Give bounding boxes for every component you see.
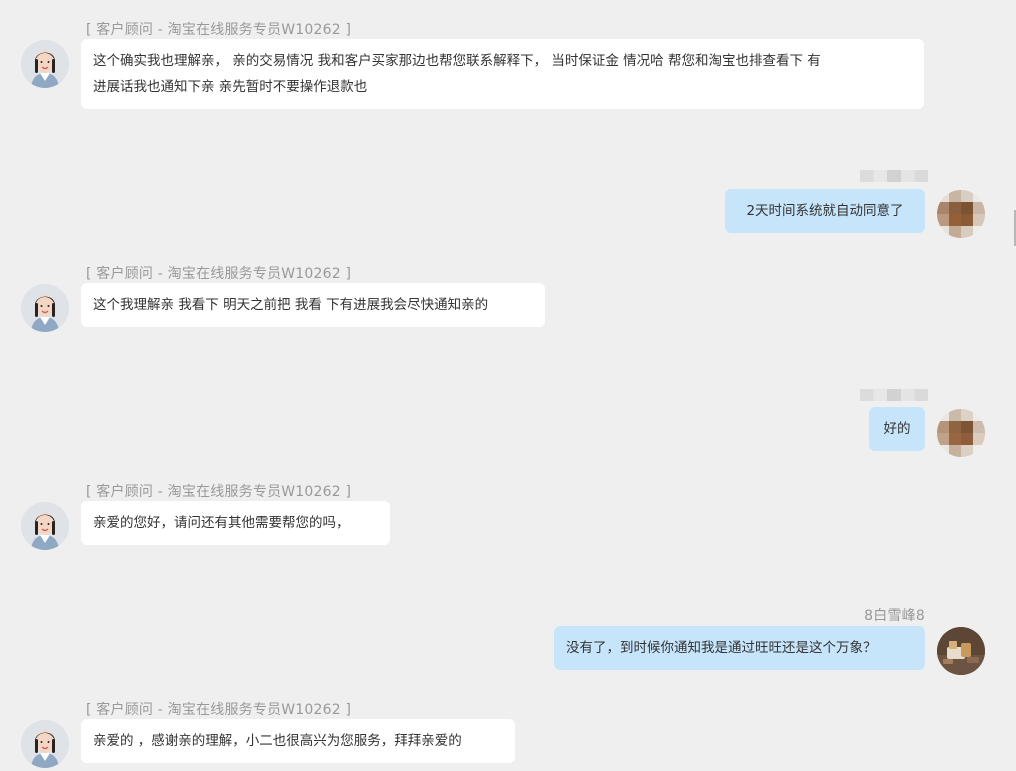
message-bubble[interactable]: 这个我理解亲 我看下 明天之前把 我看 下有进展我会尽快通知亲的 <box>81 283 545 327</box>
user-avatar-icon <box>937 627 985 675</box>
blurred-sender-name <box>860 389 928 401</box>
user-avatar-icon <box>937 190 985 238</box>
message-text-line: 好的 <box>883 421 911 437</box>
agent-avatar-icon <box>21 502 69 550</box>
sender-label: [ 客户顾问 - 淘宝在线服务专员W10262 ] <box>86 22 352 38</box>
message-text-line: 2天时间系统就自动同意了 <box>746 203 904 219</box>
message-text-line: 亲爱的您好，请问还有其他需要帮您的吗， <box>93 515 350 531</box>
message-text-line: 亲爱的 ，感谢亲的理解，小二也很高兴为您服务，拜拜亲爱的 <box>93 733 462 749</box>
sender-label: [ 客户顾问 - 淘宝在线服务专员W10262 ] <box>86 266 352 282</box>
sender-label: 8白雪峰8 <box>864 608 925 624</box>
message-bubble[interactable]: 2天时间系统就自动同意了 <box>725 189 925 233</box>
agent-avatar[interactable] <box>21 40 69 88</box>
message-bubble[interactable]: 亲爱的您好，请问还有其他需要帮您的吗， <box>81 501 390 545</box>
agent-avatar-icon <box>21 720 69 768</box>
user-avatar[interactable] <box>937 627 985 675</box>
sender-label: [ 客户顾问 - 淘宝在线服务专员W10262 ] <box>86 484 352 500</box>
user-avatar-icon <box>937 409 985 457</box>
message-bubble[interactable]: 这个确实我也理解亲， 亲的交易情况 我和客户买家那边也帮您联系解释下， 当时保证… <box>81 39 924 109</box>
blurred-sender-name <box>860 170 928 182</box>
agent-avatar[interactable] <box>21 284 69 332</box>
message-text-line: 这个我理解亲 我看下 明天之前把 我看 下有进展我会尽快通知亲的 <box>93 297 489 313</box>
message-bubble[interactable]: 没有了，到时候你通知我是通过旺旺还是这个万象？ <box>554 626 925 670</box>
sender-label: [ 客户顾问 - 淘宝在线服务专员W10262 ] <box>86 702 352 718</box>
agent-avatar[interactable] <box>21 502 69 550</box>
message-text-line: 这个确实我也理解亲， 亲的交易情况 我和客户买家那边也帮您联系解释下， 当时保证… <box>93 53 821 69</box>
agent-avatar-icon <box>21 284 69 332</box>
agent-avatar[interactable] <box>21 720 69 768</box>
message-text-line: 进展话我也通知下亲 亲先暂时不要操作退款也 <box>93 79 368 95</box>
message-bubble[interactable]: 亲爱的 ，感谢亲的理解，小二也很高兴为您服务，拜拜亲爱的 <box>81 719 515 763</box>
user-avatar[interactable] <box>937 190 985 238</box>
chat-area: [ 客户顾问 - 淘宝在线服务专员W10262 ] 这个确实我也理解亲， 亲的交… <box>0 0 1016 771</box>
message-bubble[interactable]: 好的 <box>869 407 925 451</box>
agent-avatar-icon <box>21 40 69 88</box>
user-avatar[interactable] <box>937 409 985 457</box>
message-text-line: 没有了，到时候你通知我是通过旺旺还是这个万象？ <box>566 640 877 656</box>
